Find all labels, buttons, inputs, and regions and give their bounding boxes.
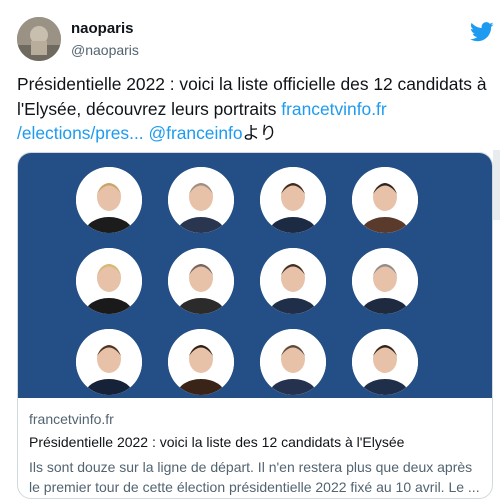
tweet-text: Présidentielle 2022 : voici la liste off… <box>17 72 487 146</box>
candidate-portrait <box>76 329 142 395</box>
card-domain: francetvinfo.fr <box>29 411 114 427</box>
avatar[interactable] <box>17 17 61 61</box>
candidate-portrait <box>76 248 142 314</box>
card-image[interactable] <box>18 153 492 398</box>
candidate-portrait <box>260 167 326 233</box>
tweet-link-path[interactable]: /elections/pres... <box>17 123 144 143</box>
candidate-portrait <box>260 329 326 395</box>
user-handle[interactable]: @naoparis <box>71 42 139 58</box>
candidate-portrait <box>352 329 418 395</box>
candidate-portrait <box>260 248 326 314</box>
link-card[interactable]: francetvinfo.fr Présidentielle 2022 : vo… <box>17 152 493 499</box>
candidate-portrait <box>168 329 234 395</box>
twitter-bird-icon[interactable] <box>470 22 494 42</box>
tweet-text-main: Présidentielle 2022 : voici la liste off… <box>17 74 487 119</box>
candidate-portrait <box>352 248 418 314</box>
tweet-link[interactable]: francetvinfo.fr <box>281 99 386 119</box>
candidate-portrait <box>168 248 234 314</box>
mention-link[interactable]: @franceinfo <box>148 123 242 143</box>
tweet-suffix: より <box>242 123 277 143</box>
candidate-portrait <box>168 167 234 233</box>
card-title: Présidentielle 2022 : voici la liste des… <box>29 434 405 450</box>
candidate-portrait <box>352 167 418 233</box>
scrollbar[interactable] <box>493 150 500 220</box>
card-description: Ils sont douze sur la ligne de départ. I… <box>29 459 480 495</box>
candidate-portrait <box>76 167 142 233</box>
tweet: naoparis @naoparis Présidentielle 2022 :… <box>0 0 500 501</box>
user-name[interactable]: naoparis <box>71 20 134 37</box>
